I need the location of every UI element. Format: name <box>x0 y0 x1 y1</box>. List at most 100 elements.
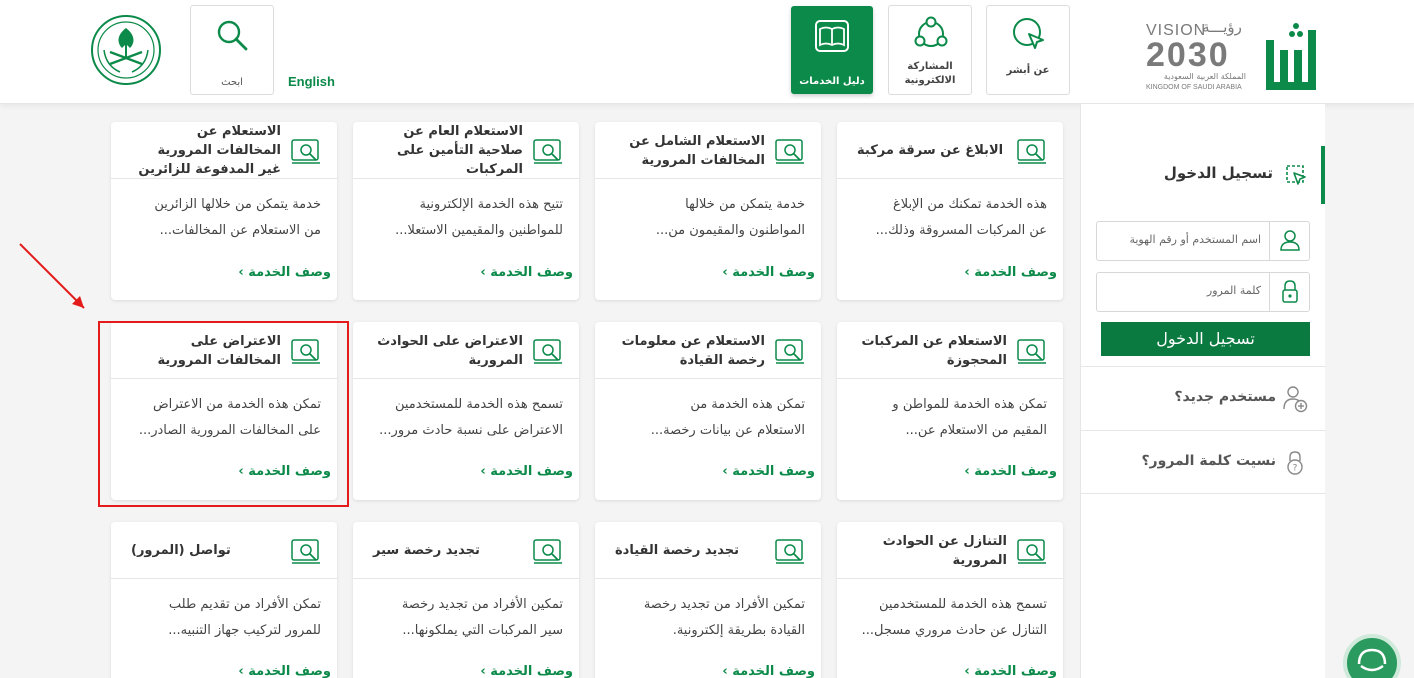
card-description: خدمة يتمكن من خلالها المواطنون والمقيمون … <box>609 192 805 244</box>
card-title: تجديد رخصة القيادة <box>615 543 739 558</box>
service-description-link[interactable]: وصف الخدمة › <box>107 265 333 280</box>
card-desc-line: المواطنون والمقيمون من... <box>655 223 805 238</box>
card-description: خدمة يتمكن من خلالها الزائرين من الاستعلا… <box>125 192 321 244</box>
service-card[interactable]: تواصل (المرور) تمكن الأفراد من تقديم طلب… <box>111 522 337 678</box>
service-description-link[interactable]: وصف الخدمة › <box>833 265 1059 280</box>
lock-question-icon: ? <box>1287 451 1303 475</box>
service-inquiry-icon <box>1017 139 1046 164</box>
card-desc-line: التنازل عن حادث مروري مسجل... <box>861 623 1047 638</box>
absher-logo-icon <box>1266 23 1316 90</box>
card-desc-line: المقيم من الاستعلام عن... <box>905 423 1047 438</box>
chat-support-button[interactable] <box>1343 634 1401 678</box>
service-card[interactable]: الاستعلام عن المركبات المحجوزة تمكن هذه … <box>837 322 1063 500</box>
service-card[interactable]: الاستعلام عن معلومات رخصة القيادة تمكن ه… <box>595 322 821 500</box>
nav-services-guide-label: دليل الخدمات <box>799 76 865 87</box>
card-description: تمكين الأفراد من تجديد رخصة القيادة بطريق… <box>609 592 805 644</box>
service-card[interactable]: التنازل عن الحوادث المرورية تسمح هذه الخ… <box>837 522 1063 678</box>
cursor-click-icon <box>1013 18 1044 49</box>
card-desc-line: للمرور لتركيب جهاز التنبيه... <box>168 623 321 638</box>
service-description-link[interactable]: وصف الخدمة › <box>591 664 817 678</box>
vision-year: 2030 <box>1146 36 1230 74</box>
card-header: الاستعلام عن المركبات المحجوزة <box>837 322 1063 379</box>
nav-services-guide[interactable]: دليل الخدمات <box>791 6 873 94</box>
card-header: التنازل عن الحوادث المرورية <box>837 522 1063 579</box>
login-title: تسجيل الدخول <box>1163 164 1273 182</box>
kingdom-arabic-label: المملكة العربية السعودية <box>1163 72 1246 81</box>
card-header: الابلاغ عن سرقة مركبة <box>837 122 1063 179</box>
card-description: هذه الخدمة تمكنك من الإبلاغ عن المركبات ا… <box>851 192 1047 244</box>
service-inquiry-icon <box>291 139 320 164</box>
search-icon <box>217 20 248 51</box>
language-switch-link[interactable]: English <box>288 74 335 89</box>
forgot-password-link[interactable]: ? نسيت كلمة المرور؟ <box>1081 430 1326 494</box>
card-desc-line: القيادة بطريقة إلكترونية. <box>672 623 805 638</box>
card-description: تسمح هذه الخدمة للمستخدمين التنازل عن حاد… <box>851 592 1047 644</box>
service-description-link[interactable]: وصف الخدمة › <box>591 464 817 479</box>
card-header: الاستعلام عن المخالفات المرورية غير المد… <box>111 122 337 179</box>
kingdom-english-label: KINGDOM OF SAUDI ARABIA <box>1146 84 1242 91</box>
search-button[interactable]: ابحث <box>190 5 274 95</box>
user-icon <box>1280 230 1300 251</box>
service-inquiry-icon <box>533 339 562 364</box>
card-title: الاعتراض على الحوادث المرورية <box>377 333 523 368</box>
card-desc-line: الاستعلام عن بيانات رخصة... <box>650 423 805 438</box>
highlight-box <box>98 321 349 507</box>
service-inquiry-icon <box>1017 539 1046 564</box>
nav-about-label: عن أبشر <box>1006 65 1050 76</box>
card-header: تجديد رخصة سير <box>353 522 579 579</box>
service-card[interactable]: الابلاغ عن سرقة مركبة هذه الخدمة تمكنك م… <box>837 122 1063 300</box>
service-inquiry-icon <box>775 339 804 364</box>
card-description: تمكن الأفراد من تقديم طلب للمرور لتركيب ج… <box>125 592 321 644</box>
service-card[interactable]: الاعتراض على الحوادث المرورية تسمح هذه ا… <box>353 322 579 500</box>
nav-about-absher[interactable]: عن أبشر <box>986 5 1070 95</box>
service-description-link[interactable]: وصف الخدمة › <box>349 265 575 280</box>
nav-e-participation[interactable]: المشاركة الالكترونية <box>888 5 972 95</box>
user-icon-box <box>1269 222 1309 260</box>
login-sidebar: تسجيل الدخول اسم المستخدم أو رقم الهوية … <box>1080 104 1326 678</box>
brand-logos[interactable]: VISION رؤيـــة 2030 المملكة العربية السع… <box>1140 8 1402 100</box>
service-card[interactable]: الاستعلام العام عن صلاحية التأمين على ال… <box>353 122 579 300</box>
saudi-emblem-icon[interactable] <box>90 14 162 86</box>
card-description: تمكين الأفراد من تجديد رخصة سير المركبات … <box>367 592 563 644</box>
vision-arabic-label: رؤيـــة <box>1202 18 1242 36</box>
username-field[interactable]: اسم المستخدم أو رقم الهوية <box>1096 221 1310 261</box>
service-card[interactable]: الاستعلام عن المخالفات المرورية غير المد… <box>111 122 337 300</box>
service-card[interactable]: الاستعلام الشامل عن المخالفات المرورية خ… <box>595 122 821 300</box>
card-header: تجديد رخصة القيادة <box>595 522 821 579</box>
card-description: تمكن هذه الخدمة من الاستعلام عن بيانات رخ… <box>609 392 805 444</box>
new-user-label: مستخدم جديد؟ <box>1174 389 1276 405</box>
service-card[interactable]: تجديد رخصة سير تمكين الأفراد من تجديد رخ… <box>353 522 579 678</box>
service-description-link[interactable]: وصف الخدمة › <box>833 664 1059 678</box>
service-description-link[interactable]: وصف الخدمة › <box>591 265 817 280</box>
card-description: تتيح هذه الخدمة الإلكترونية للمواطنين وال… <box>367 192 563 244</box>
login-button[interactable]: تسجيل الدخول <box>1101 322 1310 356</box>
card-description: تمكن هذه الخدمة للمواطن و المقيم من الاست… <box>851 392 1047 444</box>
service-description-link[interactable]: وصف الخدمة › <box>349 464 575 479</box>
card-header: الاستعلام عن معلومات رخصة القيادة <box>595 322 821 379</box>
search-label: ابحث <box>221 77 243 88</box>
card-title: الاستعلام العام عن صلاحية التأمين على ال… <box>397 124 523 177</box>
password-field[interactable]: كلمة المرور <box>1096 272 1310 312</box>
card-desc-line: تسمح هذه الخدمة للمستخدمين <box>878 597 1047 612</box>
card-title: الاستعلام عن المركبات المحجوزة <box>861 333 1007 368</box>
lock-icon <box>1282 280 1298 303</box>
login-cursor-icon <box>1286 165 1306 185</box>
service-card[interactable]: تجديد رخصة القيادة تمكين الأفراد من تجدي… <box>595 522 821 678</box>
login-section-header: تسجيل الدخول <box>1080 146 1325 204</box>
lock-icon-box <box>1269 273 1309 311</box>
participation-network-icon <box>914 16 948 47</box>
card-header: تواصل (المرور) <box>111 522 337 579</box>
card-header: الاستعلام الشامل عن المخالفات المرورية <box>595 122 821 179</box>
card-title: الاستعلام الشامل عن المخالفات المرورية <box>629 133 765 168</box>
new-user-link[interactable]: مستخدم جديد؟ <box>1081 366 1326 430</box>
card-description: تسمح هذه الخدمة للمستخدمين الاعتراض على ن… <box>367 392 563 444</box>
card-desc-line: للمواطنين والمقيمين الاستعلا... <box>395 223 563 238</box>
service-description-link[interactable]: وصف الخدمة › <box>349 664 575 678</box>
card-desc-line: هذه الخدمة تمكنك من الإبلاغ <box>893 197 1047 212</box>
service-description-link[interactable]: وصف الخدمة › <box>833 464 1059 479</box>
svg-text:?: ? <box>1293 464 1298 474</box>
card-desc-line: تمكين الأفراد من تجديد رخصة <box>643 597 805 612</box>
card-desc-line: تمكن الأفراد من تقديم طلب <box>168 597 321 612</box>
card-title: التنازل عن الحوادث المرورية <box>882 533 1007 568</box>
service-description-link[interactable]: وصف الخدمة › <box>107 664 333 678</box>
